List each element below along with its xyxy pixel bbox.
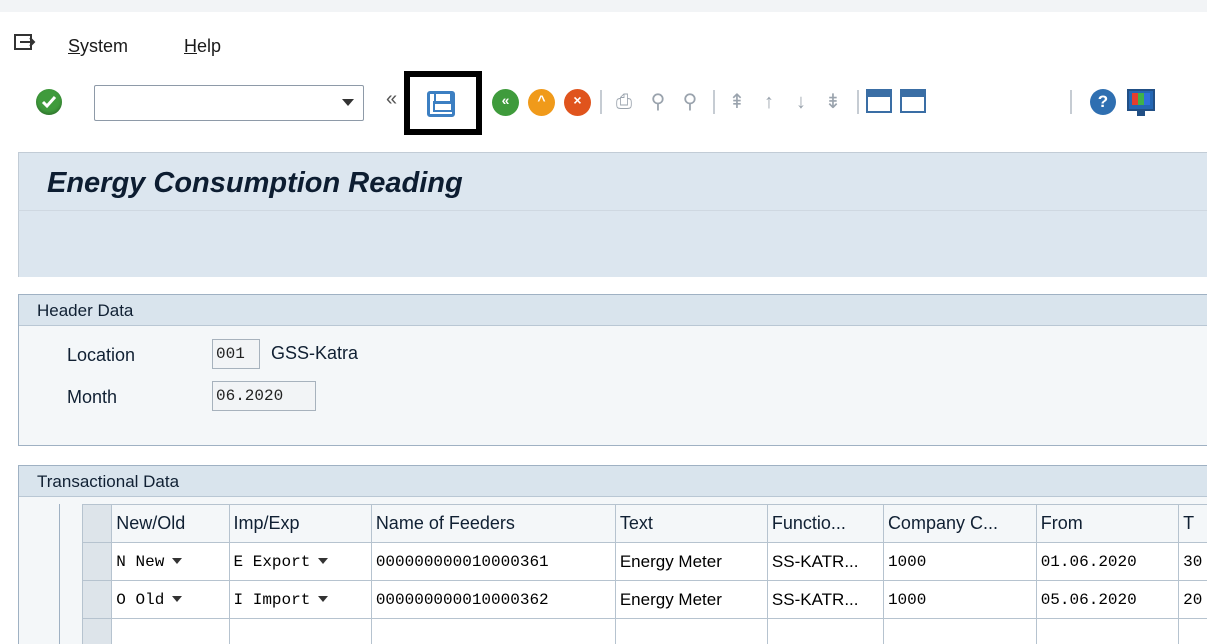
dropdown-arrow-icon[interactable] [318,596,329,603]
empty-cell[interactable] [766,618,884,644]
toolbar-separator [713,90,715,114]
empty-cell[interactable] [370,618,616,644]
application-toolbar [18,210,1207,277]
location-name: GSS-Katra [271,343,359,363]
menu-help-label: elp [197,36,222,56]
menu-icon[interactable] [14,34,36,52]
from-cell[interactable]: 05.06.2020 [1035,580,1180,619]
standard-toolbar: « « ^ × ⎙ ⚲ ⚲ ⇞ ↑ ↓ ⇟ ? [0,71,1207,138]
save-button-highlight [404,71,482,135]
transactional-data-group: Transactional Data New/Old Imp/Exp Name … [18,465,1207,644]
month-field[interactable]: 06.2020 [212,381,316,411]
select-all-cell[interactable] [81,504,113,543]
from-cell[interactable]: 01.06.2020 [1035,542,1180,581]
text-cell[interactable]: Energy Meter [614,542,768,581]
find-next-icon: ⚲ [682,91,698,113]
menu-help-mnemonic: H [184,36,197,56]
row-selector[interactable] [81,618,113,644]
create-session-icon[interactable] [866,89,892,113]
to-cell[interactable]: 30 [1178,542,1207,581]
imp-exp-value: I Import [233,590,311,609]
header-data-group: Header Data Location 001 GSS-Katra Month… [18,294,1207,446]
column-header[interactable]: Functio... [766,504,884,543]
previous-page-icon: ↑ [764,91,774,113]
menu-system-mnemonic: S [68,36,81,56]
imp-exp-value: E Export [233,552,311,571]
menu-system[interactable]: System [68,36,128,57]
empty-cell[interactable] [1035,618,1180,644]
empty-cell[interactable] [1178,618,1207,644]
column-header[interactable]: Name of Feeders [370,504,616,543]
empty-cell[interactable] [882,618,1037,644]
save-icon[interactable] [427,91,455,117]
menu-bar: System Help [0,0,1207,72]
table-row-empty[interactable] [81,618,1207,644]
page-title: Energy Consumption Reading [47,167,463,199]
toolbar-separator [1070,90,1072,114]
collapse-command-field-icon[interactable]: « [386,88,397,111]
first-page-icon: ⇞ [728,91,746,113]
empty-cell[interactable] [111,618,230,644]
table-control: New/Old Imp/Exp Name of Feeders Text Fun… [59,504,1207,644]
header-data-title: Header Data [19,295,1207,326]
company-cell[interactable]: 1000 [882,580,1037,619]
toolbar-separator [600,90,602,114]
transactional-table: New/Old Imp/Exp Name of Feeders Text Fun… [81,504,1207,644]
feeder-cell[interactable]: 000000000010000362 [370,580,616,619]
command-field[interactable] [94,85,364,121]
dropdown-arrow-icon[interactable] [318,558,329,565]
row-selector[interactable] [81,580,113,619]
empty-cell[interactable] [614,618,768,644]
table-header-row: New/Old Imp/Exp Name of Feeders Text Fun… [81,504,1207,543]
cancel-icon[interactable]: × [564,89,591,116]
command-field-dropdown-icon[interactable] [342,99,354,106]
new-old-value: N New [116,552,165,571]
feeder-cell[interactable]: 000000000010000361 [370,542,616,581]
last-page-icon: ⇟ [824,91,842,113]
column-header[interactable]: Imp/Exp [228,504,372,543]
print-icon: ⎙ [616,91,632,113]
enter-icon[interactable] [36,89,62,115]
function-cell[interactable]: SS-KATR... [766,542,884,581]
menu-help[interactable]: Help [184,36,221,57]
table-row[interactable]: N New E Export 000000000010000361 Energy… [81,542,1207,581]
company-cell[interactable]: 1000 [882,542,1037,581]
function-cell[interactable]: SS-KATR... [766,580,884,619]
back-icon[interactable]: « [492,89,519,116]
text-cell[interactable]: Energy Meter [614,580,768,619]
exit-icon[interactable]: ^ [528,89,555,116]
toolbar-separator [857,90,859,114]
location-label: Location [67,345,136,365]
month-label: Month [67,387,118,407]
column-header[interactable]: T [1178,504,1207,543]
dropdown-arrow-icon[interactable] [172,558,183,565]
new-old-value: O Old [116,590,165,609]
column-header[interactable]: From [1035,504,1180,543]
help-icon[interactable]: ? [1090,89,1116,115]
imp-exp-cell[interactable]: I Import [228,580,372,619]
title-bar: Energy Consumption Reading [18,152,1207,210]
column-header[interactable]: Company C... [882,504,1037,543]
row-selector[interactable] [81,542,113,581]
shortcut-icon[interactable] [900,89,926,113]
empty-cell[interactable] [228,618,372,644]
imp-exp-cell[interactable]: E Export [228,542,372,581]
table-row[interactable]: O Old I Import 000000000010000362 Energy… [81,580,1207,619]
column-header[interactable]: New/Old [111,504,230,543]
to-cell[interactable]: 20 [1178,580,1207,619]
customize-layout-icon[interactable] [1127,89,1155,116]
new-old-cell[interactable]: N New [111,542,230,581]
find-icon: ⚲ [650,91,666,113]
location-code-field[interactable]: 001 [212,339,260,369]
menu-system-label: ystem [80,36,129,56]
dropdown-arrow-icon[interactable] [172,596,183,603]
column-header[interactable]: Text [614,504,768,543]
transactional-data-title: Transactional Data [19,466,1207,497]
next-page-icon: ↓ [796,91,806,113]
new-old-cell[interactable]: O Old [111,580,230,619]
